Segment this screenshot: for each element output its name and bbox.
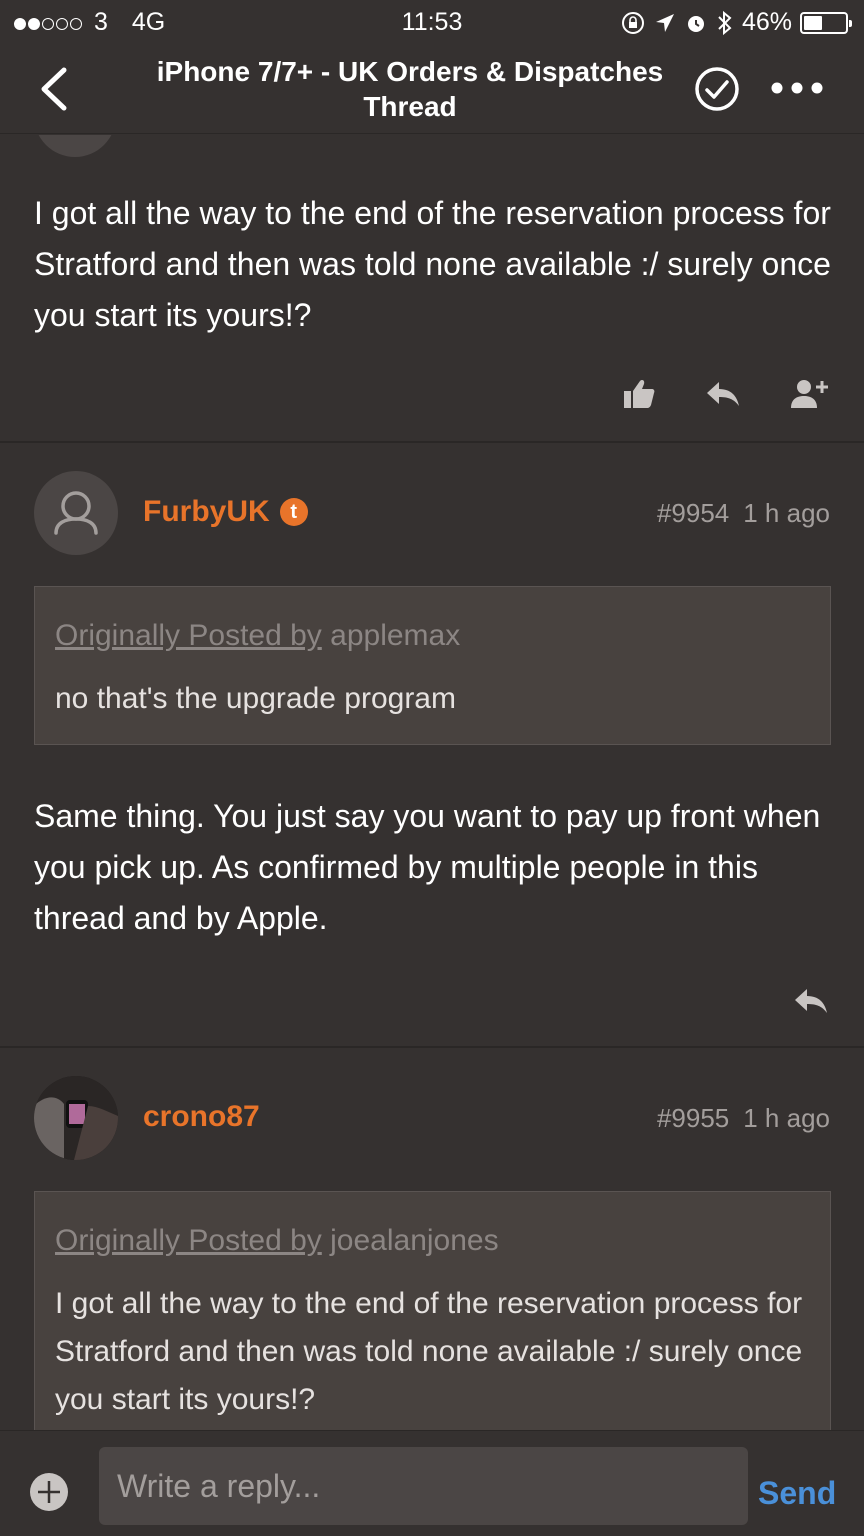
reply-input[interactable]: Write a reply... [99,1447,748,1525]
quote-block: Originally Posted by applemax no that's … [34,586,831,745]
battery-percentage: 46% [741,8,792,36]
user-placeholder-icon [54,491,98,535]
thread-title: iPhone 7/7+ - UK Orders & Dispatches Thr… [156,56,664,122]
quote-prefix-link[interactable]: Originally Posted by [55,1224,322,1257]
navigation-bar: iPhone 7/7+ - UK Orders & Dispatches Thr… [0,44,864,134]
post-body: I got all the way to the end of the rese… [34,195,831,333]
post-number[interactable]: #9955 [657,1103,729,1133]
alarm-icon [687,15,704,32]
thread-posts[interactable]: I got all the way to the end of the rese… [0,135,864,1430]
post-time: 1 h ago [743,498,830,528]
staff-badge: t [279,498,308,526]
quote-block: Originally Posted by joealanjones I got … [34,1191,831,1430]
quote-prefix-link[interactable]: Originally Posted by [55,619,322,652]
quote-header: Originally Posted by joealanjones [55,1224,810,1258]
quote-text: I got all the way to the end of the rese… [55,1287,803,1416]
location-icon [655,13,674,32]
more-options-icon[interactable] [766,74,828,102]
avatar[interactable] [34,135,116,157]
battery-icon [800,11,852,34]
post-divider [0,441,864,443]
reply-composer: Write a reply... Send [0,1430,864,1536]
avatar-photo-icon [34,1076,118,1160]
rotation-lock-icon [621,11,644,34]
username[interactable]: FurbyUK t [143,495,308,529]
reply-icon[interactable] [704,378,742,410]
post-actions [622,378,830,410]
send-button[interactable]: Send [758,1475,836,1512]
post-number[interactable]: #9954 [657,498,729,528]
status-bar: 3 4G 11:53 46% [0,0,864,44]
post-body: Same thing. You just say you want to pay… [34,798,821,936]
add-attachment-icon[interactable] [28,1471,70,1513]
post-divider [0,1046,864,1048]
back-chevron-icon[interactable] [30,64,80,114]
quote-author[interactable]: applemax [330,619,460,652]
thumbs-up-icon[interactable] [622,378,656,410]
bluetooth-icon [718,10,732,35]
add-user-icon[interactable] [790,378,830,410]
checkmark-circle-icon[interactable] [694,66,740,112]
avatar[interactable] [34,1076,118,1160]
post-meta: #9955 1 h ago [657,1103,830,1134]
quote-author[interactable]: joealanjones [330,1224,498,1257]
clock: 11:53 [401,8,463,36]
quote-text: no that's the upgrade program [55,682,456,715]
post-actions [792,985,830,1017]
post-time: 1 h ago [743,1103,830,1133]
reply-icon[interactable] [792,985,830,1017]
username[interactable]: crono87 [143,1100,260,1134]
avatar[interactable] [34,471,118,555]
quote-header: Originally Posted by applemax [55,619,810,653]
post-meta: #9954 1 h ago [657,498,830,529]
username-text[interactable]: FurbyUK [143,495,270,528]
